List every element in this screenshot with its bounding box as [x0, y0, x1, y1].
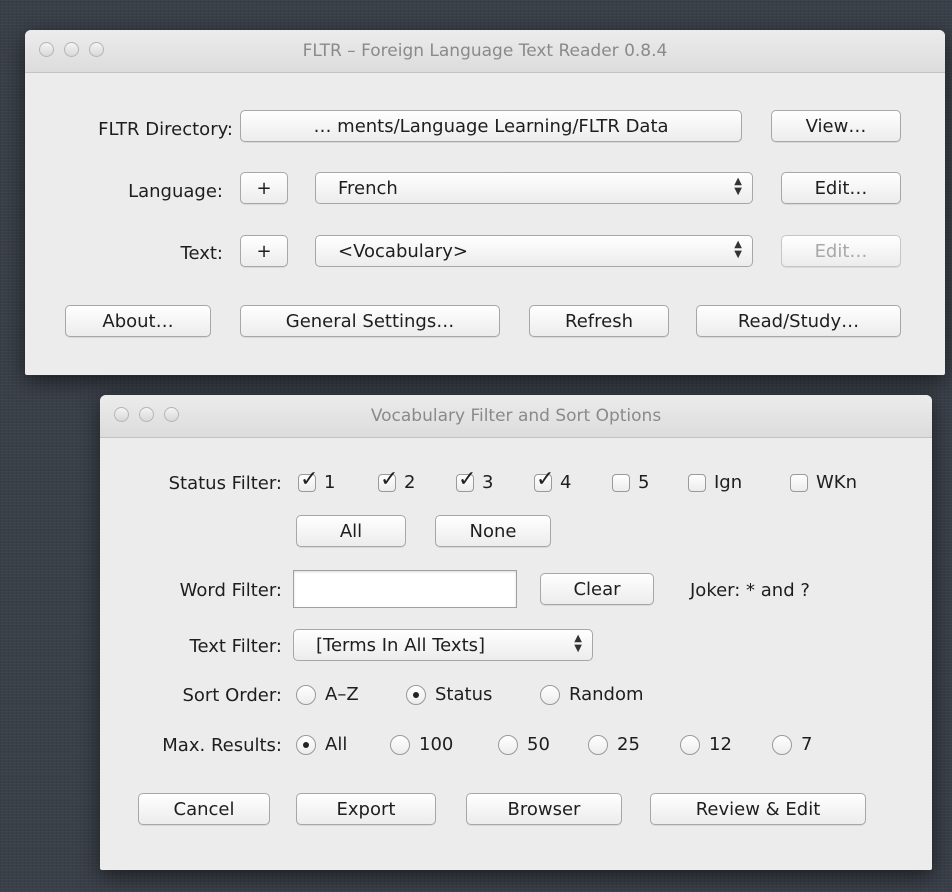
- status-option-label: 5: [638, 472, 650, 493]
- checkmark-icon: ✓: [300, 466, 319, 492]
- status-checkbox-3[interactable]: ✓ 3: [456, 468, 494, 493]
- browser-button[interactable]: Browser: [466, 793, 622, 825]
- select-all-button[interactable]: All: [296, 515, 406, 547]
- filter-window-title: Vocabulary Filter and Sort Options: [370, 406, 662, 426]
- status-option-label: 1: [324, 472, 336, 493]
- max-option-label: 100: [419, 734, 454, 755]
- directory-button[interactable]: … ments/Language Learning/FLTR Data: [240, 110, 742, 142]
- select-none-button[interactable]: None: [435, 515, 551, 547]
- checkmark-icon: ✓: [380, 466, 399, 492]
- sort-order-label: Sort Order:: [182, 685, 282, 706]
- sort-radio-az[interactable]: A–Z: [296, 684, 359, 705]
- radio: [680, 734, 700, 755]
- status-checkbox-5[interactable]: 5: [612, 472, 649, 493]
- status-checkbox-2[interactable]: ✓ 2: [378, 468, 416, 493]
- status-option-label: 2: [404, 472, 416, 493]
- status-checkbox-1[interactable]: ✓ 1: [298, 468, 336, 493]
- filter-titlebar[interactable]: Vocabulary Filter and Sort Options: [100, 395, 932, 438]
- checkbox: ✓: [378, 468, 398, 492]
- filter-window: Vocabulary Filter and Sort Options Statu…: [100, 395, 932, 870]
- max-option-label: 7: [801, 734, 813, 755]
- sort-radio-random[interactable]: Random: [540, 684, 644, 705]
- max-radio-all[interactable]: All: [296, 734, 347, 755]
- sort-option-label: Status: [435, 684, 493, 705]
- max-radio-7[interactable]: 7: [772, 734, 812, 755]
- max-radio-100[interactable]: 100: [390, 734, 453, 755]
- status-option-label: 3: [482, 472, 494, 493]
- status-checkbox-4[interactable]: ✓ 4: [534, 468, 572, 493]
- radio: [772, 734, 792, 755]
- radio: [296, 684, 316, 705]
- checkbox: [612, 473, 630, 492]
- read-study-button[interactable]: Read/Study…: [696, 305, 901, 337]
- status-option-label: 4: [560, 472, 572, 493]
- radio: [390, 734, 410, 755]
- radio: [296, 734, 316, 755]
- radio-selected-icon: [413, 691, 419, 698]
- max-option-label: 25: [617, 734, 640, 755]
- cancel-button[interactable]: Cancel: [138, 793, 270, 825]
- text-filter-select[interactable]: [Terms In All Texts] ▲ ▼: [293, 629, 593, 661]
- language-select[interactable]: French ▲ ▼: [315, 172, 753, 204]
- checkmark-icon: ✓: [536, 466, 555, 492]
- sort-option-label: Random: [569, 684, 644, 705]
- text-filter-label: Text Filter:: [189, 636, 282, 657]
- clear-button[interactable]: Clear: [540, 573, 654, 605]
- word-filter-input[interactable]: [293, 570, 517, 608]
- sort-radio-status[interactable]: Status: [406, 684, 492, 705]
- directory-label: FLTR Directory:: [98, 119, 233, 140]
- max-radio-25[interactable]: 25: [588, 734, 640, 755]
- export-button[interactable]: Export: [296, 793, 436, 825]
- radio: [406, 684, 426, 705]
- checkbox: ✓: [298, 468, 318, 492]
- radio: [498, 734, 518, 755]
- language-select-value: French: [338, 178, 398, 199]
- checkmark-icon: ✓: [458, 466, 477, 492]
- language-label: Language:: [128, 181, 223, 202]
- main-titlebar[interactable]: FLTR – Foreign Language Text Reader 0.8.…: [25, 30, 945, 73]
- view-directory-button[interactable]: View…: [771, 110, 901, 142]
- status-option-label: WKn: [816, 472, 858, 493]
- about-button[interactable]: About…: [65, 305, 211, 337]
- max-option-label: All: [325, 734, 348, 755]
- checkbox: [790, 473, 808, 492]
- edit-text-button: Edit…: [781, 235, 901, 267]
- checkbox: ✓: [456, 468, 476, 492]
- select-arrows-icon: ▲ ▼: [734, 239, 742, 260]
- status-option-label: Ign: [714, 472, 743, 493]
- status-checkbox-ign[interactable]: Ign: [688, 472, 742, 493]
- text-label: Text:: [180, 243, 223, 264]
- main-window-title: FLTR – Foreign Language Text Reader 0.8.…: [302, 41, 668, 61]
- text-filter-value: [Terms In All Texts]: [316, 635, 486, 656]
- sort-option-label: A–Z: [325, 684, 359, 705]
- add-language-button[interactable]: +: [240, 172, 288, 204]
- word-filter-label: Word Filter:: [179, 580, 282, 601]
- refresh-button[interactable]: Refresh: [529, 305, 669, 337]
- radio: [588, 734, 608, 755]
- general-settings-button[interactable]: General Settings…: [240, 305, 500, 337]
- select-arrows-icon: ▲ ▼: [734, 176, 742, 197]
- max-option-label: 50: [527, 734, 550, 755]
- max-results-label: Max. Results:: [162, 735, 282, 756]
- text-select[interactable]: <Vocabulary> ▲ ▼: [315, 235, 753, 267]
- max-radio-50[interactable]: 50: [498, 734, 550, 755]
- checkbox: [688, 473, 706, 492]
- review-edit-button[interactable]: Review & Edit: [650, 793, 866, 825]
- radio: [540, 684, 560, 705]
- joker-hint: Joker: * and ?: [690, 580, 810, 601]
- text-select-value: <Vocabulary>: [338, 241, 468, 262]
- checkbox: ✓: [534, 468, 554, 492]
- status-checkbox-wkn[interactable]: WKn: [790, 472, 857, 493]
- max-option-label: 12: [709, 734, 732, 755]
- status-filter-label: Status Filter:: [168, 473, 282, 494]
- radio-selected-icon: [303, 741, 309, 748]
- select-arrows-icon: ▲ ▼: [574, 633, 582, 654]
- main-window: FLTR – Foreign Language Text Reader 0.8.…: [25, 30, 945, 375]
- add-text-button[interactable]: +: [240, 235, 288, 267]
- edit-language-button[interactable]: Edit…: [781, 172, 901, 204]
- max-radio-12[interactable]: 12: [680, 734, 732, 755]
